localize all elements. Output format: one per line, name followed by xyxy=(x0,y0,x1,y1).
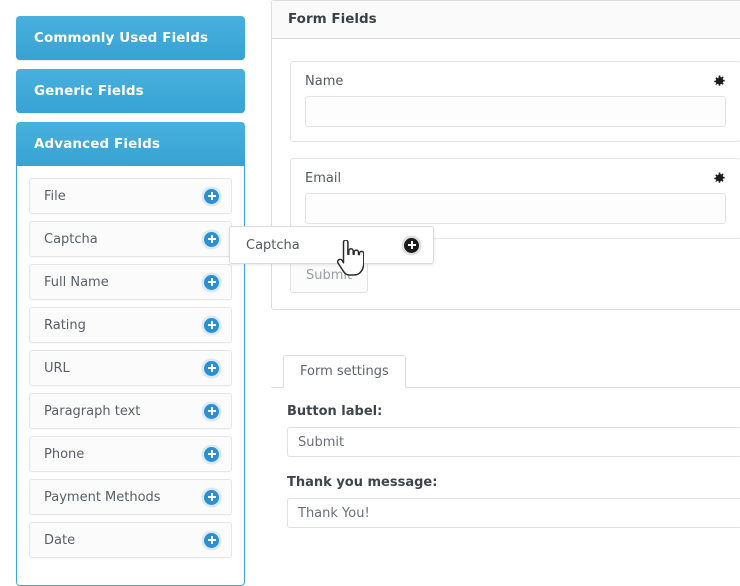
field-type-label: Paragraph text xyxy=(44,403,141,419)
tabstrip: Form settings xyxy=(271,355,740,388)
list-item[interactable]: Paragraph text xyxy=(29,393,232,429)
accordion-header-advanced-fields[interactable]: Advanced Fields xyxy=(16,122,245,166)
field-type-label: Date xyxy=(44,532,76,548)
list-item[interactable]: Captcha xyxy=(29,221,232,257)
submit-button[interactable]: Submit xyxy=(290,259,369,293)
advanced-fields-list: File Captcha Full Name Rating URL Paragr… xyxy=(16,166,245,586)
field-type-label: URL xyxy=(44,360,70,376)
accordion-header-label: Generic Fields xyxy=(34,83,144,99)
form-field-label-row: Name xyxy=(305,74,726,89)
accordion-header-generic-fields[interactable]: Generic Fields xyxy=(16,69,245,113)
field-label: Name xyxy=(305,74,344,89)
name-input[interactable] xyxy=(305,96,726,127)
form-field-name[interactable]: Name xyxy=(290,61,740,142)
email-input[interactable] xyxy=(305,193,726,224)
accordion-header-label: Advanced Fields xyxy=(34,136,160,152)
field-type-label: Full Name xyxy=(44,274,109,290)
list-item[interactable]: Rating xyxy=(29,307,232,343)
drag-preview-captcha[interactable]: Captcha xyxy=(229,226,434,264)
accordion-header-commonly-used-fields[interactable]: Commonly Used Fields xyxy=(16,16,245,60)
plus-circle-icon[interactable] xyxy=(204,360,219,376)
plus-circle-icon xyxy=(404,237,419,253)
form-fields-body: Name Email Submit xyxy=(272,39,740,309)
field-label: Email xyxy=(305,171,342,186)
thank-you-message-caption: Thank you message: xyxy=(287,475,438,490)
accordion-header-label: Commonly Used Fields xyxy=(34,30,209,46)
plus-circle-icon[interactable] xyxy=(204,231,219,247)
field-type-label: Captcha xyxy=(44,231,98,247)
list-item[interactable]: Phone xyxy=(29,436,232,472)
plus-circle-icon[interactable] xyxy=(204,446,219,462)
gear-icon[interactable] xyxy=(713,75,726,88)
plus-circle-icon[interactable] xyxy=(204,489,219,505)
plus-circle-icon[interactable] xyxy=(204,532,219,548)
gear-icon[interactable] xyxy=(713,172,726,185)
button-label-caption: Button label: xyxy=(287,404,383,419)
thank-you-message-input[interactable] xyxy=(287,498,740,528)
list-item[interactable]: Payment Methods xyxy=(29,479,232,515)
page-title: Form Fields xyxy=(288,11,377,27)
form-settings-body: Button label: Thank you message: xyxy=(271,388,740,546)
list-item[interactable]: Date xyxy=(29,522,232,558)
plus-circle-icon[interactable] xyxy=(204,274,219,290)
field-type-label: Payment Methods xyxy=(44,489,161,505)
field-type-label: Phone xyxy=(44,446,85,462)
plus-circle-icon[interactable] xyxy=(204,188,219,204)
form-settings-panel: Form settings Button label: Thank you me… xyxy=(271,355,740,546)
plus-circle-icon[interactable] xyxy=(204,403,219,419)
field-type-label: Rating xyxy=(44,317,86,333)
panel-title: Form Fields xyxy=(272,1,740,39)
list-item[interactable]: File xyxy=(29,178,232,214)
field-type-label: File xyxy=(44,188,66,204)
button-label-input[interactable] xyxy=(287,427,740,457)
tab-form-settings[interactable]: Form settings xyxy=(283,355,406,388)
drag-preview-label: Captcha xyxy=(246,237,300,253)
list-item[interactable]: URL xyxy=(29,350,232,386)
field-types-sidebar: Commonly Used Fields Generic Fields Adva… xyxy=(0,0,247,586)
form-field-label-row: Email xyxy=(305,171,726,186)
list-item[interactable]: Full Name xyxy=(29,264,232,300)
plus-circle-icon[interactable] xyxy=(204,317,219,333)
